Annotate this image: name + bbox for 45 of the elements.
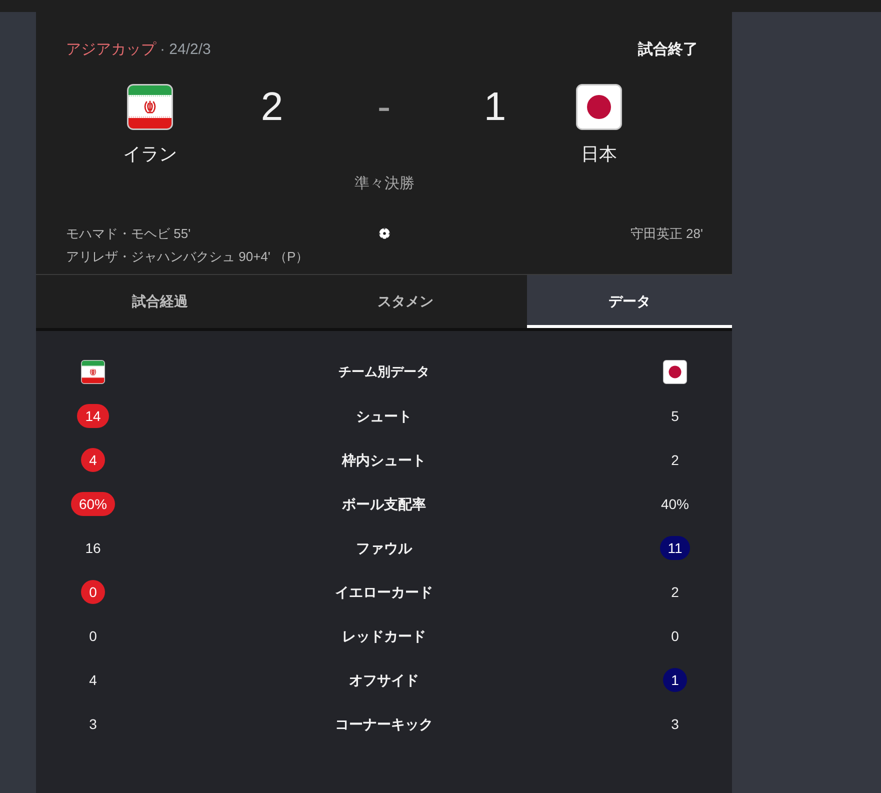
stat-value: 2 [671,583,679,602]
goal-scorer: モハマド・モヘビ 55' [66,226,191,241]
stat-label: レッドカード [341,626,427,646]
score: 1 [482,84,508,130]
stats-title: チーム別データ [338,363,430,382]
stat-label: オフサイド [348,670,420,690]
iran-flag-icon [127,84,173,130]
stat-label: シュート [355,406,413,426]
japan-flag-icon [663,360,687,384]
stat-value: 3 [89,715,97,734]
stat-label: イエローカード [334,582,434,602]
stat-value: 11 [660,536,690,560]
iran-flag-icon [81,360,105,384]
stat-value: 0 [89,627,97,646]
goal-scorer: 守田英正 28' [630,226,703,241]
stat-label: ボール支配率 [341,494,427,514]
stat-value: 3 [671,715,679,734]
stat-value: 16 [85,539,101,558]
stat-label: ファウル [355,538,414,558]
tab[interactable]: データ [527,275,732,328]
match-status: 試合終了 [638,40,698,60]
goal-scorer: アリレザ・ジャハンバクシュ 90+4' （P） [66,249,309,264]
stat-label: 枠内シュート [340,450,427,470]
stat-value: 4 [89,671,97,690]
stat-value: 60% [70,492,116,516]
soccer-ball-icon [379,228,390,239]
stat-value: 0 [81,580,105,604]
team-name: イラン [123,143,177,166]
stat-value: 14 [77,404,109,428]
round-label: 準々決勝 [354,174,416,194]
competition-link[interactable]: アジアカップ [66,38,156,62]
tab[interactable]: 試合経過 [36,275,284,328]
stat-value: 2 [671,451,679,470]
score: 2 [260,84,284,130]
match-date: · 24/2/3 [160,40,211,60]
stat-value: 4 [81,448,105,472]
stat-value: 1 [663,668,687,692]
team-name: 日本 [581,143,617,166]
tab[interactable]: スタメン [284,275,527,328]
stat-value: 5 [671,407,679,426]
stat-label: コーナーキック [334,714,434,734]
japan-flag-icon [576,84,622,130]
stat-value: 40% [660,495,690,514]
stat-value: 0 [671,627,679,646]
score-separator: - [376,84,392,130]
